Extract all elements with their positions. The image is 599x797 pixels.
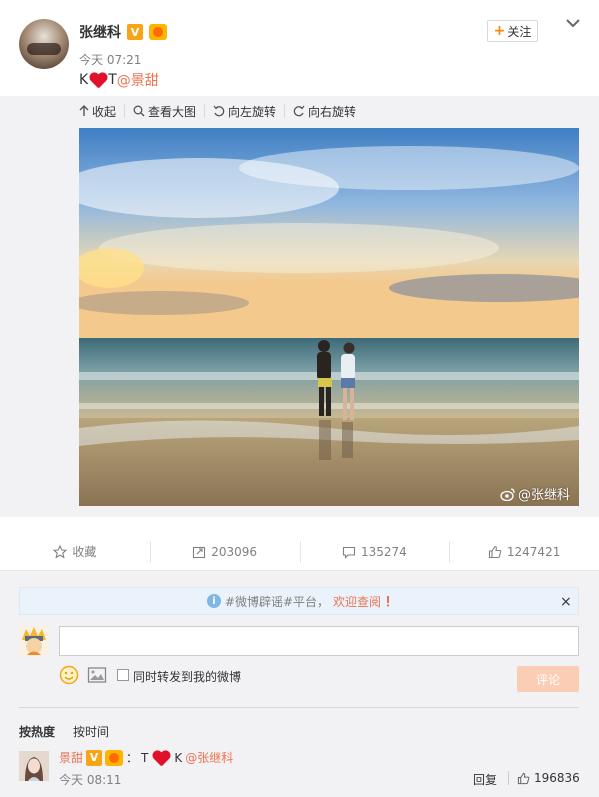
rumor-notice-bar: i #微博辟谣#平台， 欢迎查阅 (19, 587, 579, 615)
author-row: 张继科 V (79, 22, 167, 42)
repost-checkbox[interactable] (117, 669, 129, 681)
comment-mention-link[interactable]: @张继科 (185, 749, 233, 766)
post-text: K T @景甜 (79, 70, 159, 90)
verified-badge-icon[interactable]: V (86, 749, 103, 766)
heart-icon (89, 72, 107, 88)
rotate-right-button[interactable]: 向右旋转 (293, 104, 364, 119)
tab-sort-time[interactable]: 按时间 (73, 723, 109, 740)
like-button[interactable]: 1247421 (449, 533, 599, 570)
magnifier-icon (133, 105, 145, 117)
like-count: 1247421 (506, 544, 561, 559)
notice-link[interactable]: 欢迎查阅 (333, 593, 381, 610)
repost-checkbox-label[interactable]: 同时转发到我的微博 (133, 668, 241, 685)
media-toolbar: 收起 查看大图 向左旋转 向右旋转 (79, 104, 372, 119)
repost-count: 203096 (211, 544, 258, 559)
rotate-left-label: 向左旋转 (228, 104, 277, 119)
repost-button[interactable]: 203096 (149, 533, 300, 570)
action-bar: 收藏 203096 135274 1247421 (0, 533, 599, 576)
commenter-avatar[interactable] (19, 751, 49, 781)
view-large-button[interactable]: 查看大图 (133, 104, 206, 119)
notice-close-icon[interactable]: × (560, 594, 572, 610)
watermark-text: @张继科 (518, 488, 571, 503)
view-large-label: 查看大图 (148, 104, 197, 119)
post-mention-link[interactable]: @景甜 (117, 70, 159, 90)
repost-icon (193, 546, 206, 558)
rotate-right-icon (293, 105, 305, 117)
comment-time: 今天 08:11 (59, 773, 122, 787)
thumbs-up-icon (488, 545, 502, 558)
comment-separator: ： (126, 751, 139, 765)
follow-button[interactable]: + 关注 (487, 20, 538, 42)
post-text-t: T (108, 72, 117, 88)
rotate-right-label: 向右旋转 (308, 104, 357, 119)
comment-toggle-button[interactable]: 135274 (299, 533, 450, 576)
chevron-down-icon[interactable] (564, 14, 582, 32)
emoji-icon[interactable] (59, 665, 79, 685)
weibo-logo-icon (500, 487, 515, 501)
tab-sort-hot[interactable]: 按热度 (19, 723, 55, 740)
photo-watermark: @张继科 (500, 484, 570, 503)
my-avatar[interactable] (19, 626, 49, 656)
comment-input[interactable] (59, 626, 579, 656)
vip-badge-icon[interactable] (105, 749, 124, 766)
info-icon: i (206, 594, 221, 608)
star-icon (53, 544, 68, 559)
notice-text: #微博辟谣#平台， (224, 594, 330, 609)
follow-label: 关注 (507, 24, 532, 39)
favorite-label: 收藏 (72, 545, 97, 559)
comment-like-button[interactable]: 196836 (508, 771, 580, 785)
author-name[interactable]: 张继科 (79, 22, 121, 42)
sort-divider (19, 707, 579, 708)
rotate-left-icon (213, 105, 225, 117)
comment-line: 景甜 V ： T K @张继科 (59, 749, 233, 766)
post-photo[interactable] (79, 128, 579, 506)
plus-icon: + (493, 23, 506, 39)
exclamation-icon (387, 596, 390, 607)
rotate-left-button[interactable]: 向左旋转 (213, 104, 286, 119)
favorite-button[interactable]: 收藏 (0, 533, 150, 570)
comment-count: 135274 (360, 544, 407, 559)
verified-badge-icon[interactable]: V (127, 24, 143, 40)
comment-like-count: 196836 (534, 771, 580, 785)
post-text-k: K (79, 72, 89, 88)
collapse-button[interactable]: 收起 (79, 104, 126, 119)
comment-icon (342, 546, 356, 559)
image-upload-icon[interactable] (87, 666, 107, 684)
comment-text-k: K (174, 750, 183, 765)
author-avatar[interactable] (19, 19, 69, 69)
comment-text-t: T (141, 750, 149, 765)
collapse-label: 收起 (92, 104, 117, 119)
heart-icon (152, 750, 170, 766)
vip-badge-icon[interactable] (149, 24, 167, 40)
collapse-arrow-icon (79, 105, 89, 116)
comment-submit-button[interactable]: 评论 (517, 666, 579, 692)
thumbs-up-icon (517, 772, 530, 784)
reply-button[interactable]: 回复 (473, 771, 497, 788)
commenter-name[interactable]: 景甜 (59, 749, 83, 766)
sort-tabs: 按热度 按时间 (19, 723, 109, 740)
post-time[interactable]: 今天 07:21 (79, 51, 141, 68)
